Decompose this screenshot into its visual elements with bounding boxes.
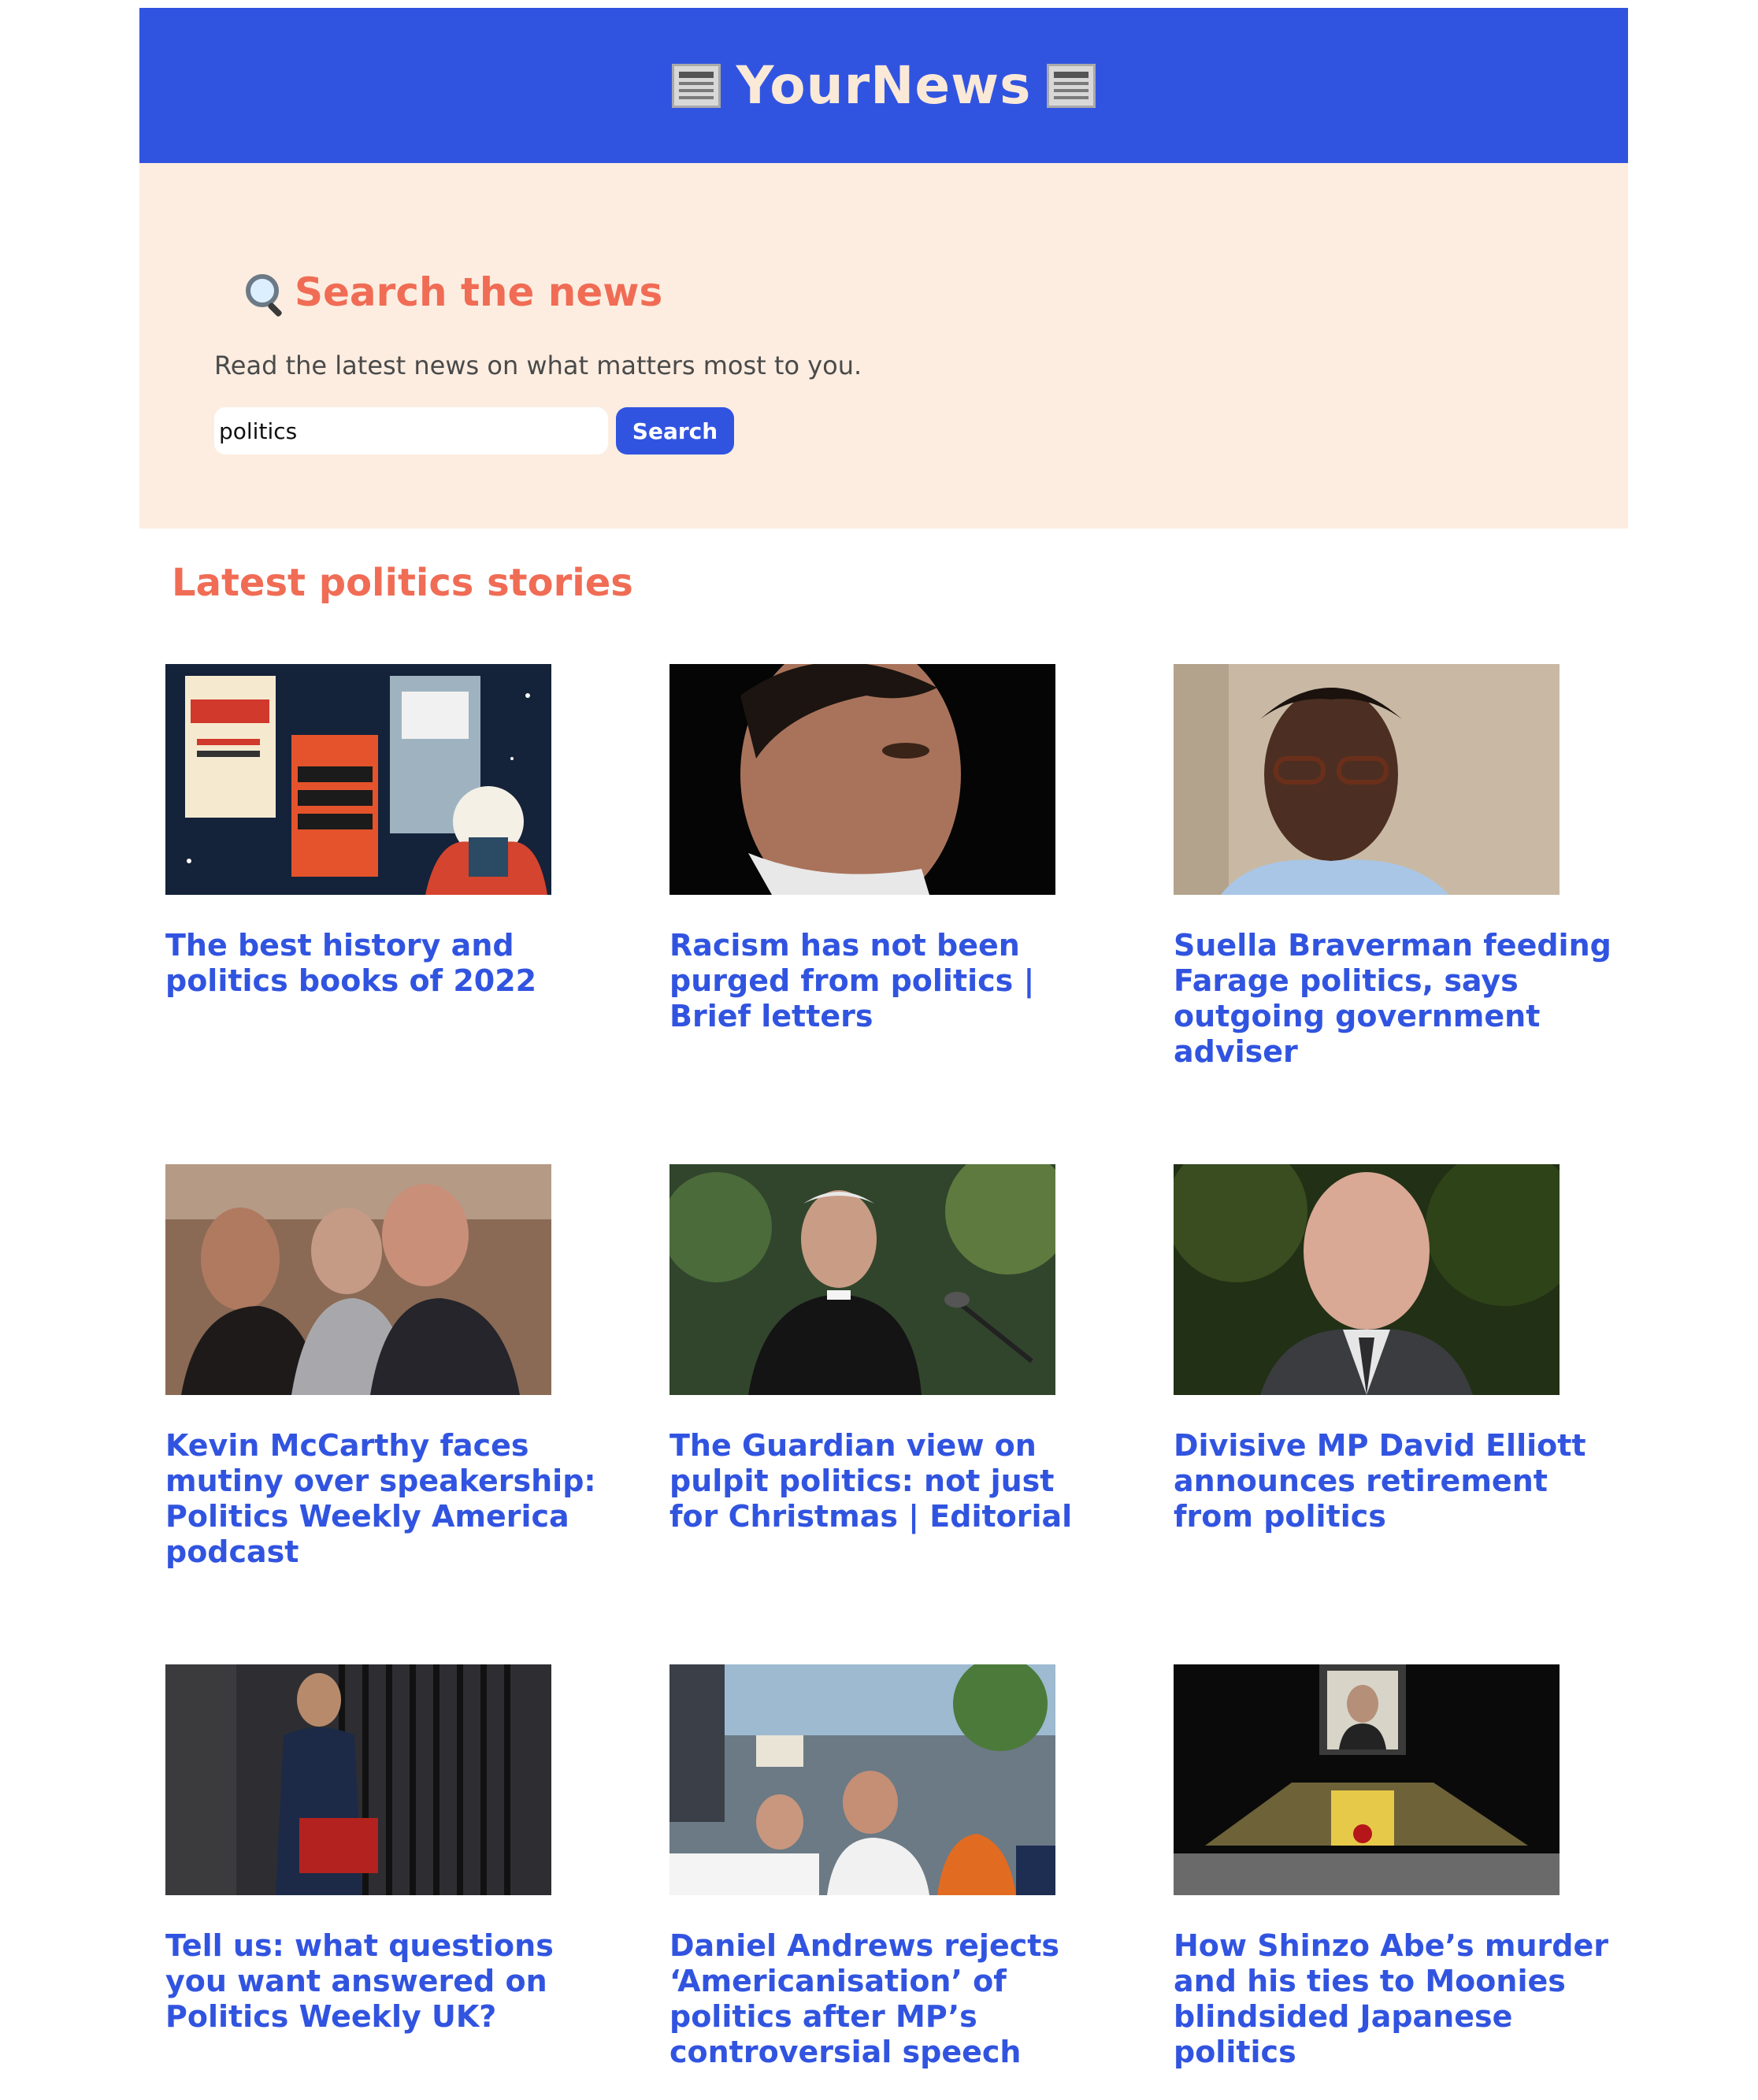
article-card: The Guardian view on pulpit politics: no…	[669, 1164, 1111, 1534]
article-image-portrait-man[interactable]	[669, 664, 1055, 895]
article-headline[interactable]: The best history and politics books of 2…	[165, 928, 606, 999]
article-card: Racism has not been purged from politics…	[669, 664, 1111, 1034]
search-button[interactable]: Search	[616, 407, 734, 455]
article-card: Tell us: what questions you want answere…	[165, 1664, 606, 2035]
magnifying-glass-icon	[244, 273, 284, 317]
newspaper-icon	[671, 63, 721, 108]
article-image-bald-man[interactable]	[1174, 1164, 1560, 1395]
article-image-book-covers[interactable]	[165, 664, 551, 895]
article-headline[interactable]: Kevin McCarthy faces mutiny over speaker…	[165, 1428, 606, 1570]
article-image-man-with-red-box[interactable]	[165, 1664, 551, 1895]
article-image-memorial-ceremony[interactable]	[1174, 1664, 1560, 1895]
search-heading: Search the news	[244, 269, 663, 317]
article-image-clergyman[interactable]	[669, 1164, 1055, 1395]
article-headline[interactable]: Daniel Andrews rejects ‘Americanisation’…	[669, 1928, 1111, 2070]
article-headline[interactable]: Suella Braverman feeding Farage politics…	[1174, 928, 1615, 1070]
article-headline[interactable]: The Guardian view on pulpit politics: no…	[669, 1428, 1111, 1534]
article-card: Divisive MP David Elliott announces reti…	[1174, 1164, 1615, 1534]
article-headline[interactable]: Tell us: what questions you want answere…	[165, 1928, 606, 2035]
newspaper-icon	[1047, 63, 1096, 108]
article-headline[interactable]: Divisive MP David Elliott announces reti…	[1174, 1428, 1615, 1534]
search-subtitle: Read the latest news on what matters mos…	[214, 351, 862, 380]
site-brand[interactable]: YourNews	[736, 55, 1032, 116]
article-image-portrait-woman[interactable]	[1174, 664, 1560, 895]
article-image-men-in-chamber[interactable]	[165, 1164, 551, 1395]
article-card: Suella Braverman feeding Farage politics…	[1174, 664, 1615, 1070]
article-card: The best history and politics books of 2…	[165, 664, 606, 999]
article-headline[interactable]: Racism has not been purged from politics…	[669, 928, 1111, 1034]
section-title: Latest politics stories	[172, 561, 633, 605]
article-card: How Shinzo Abe’s murder and his ties to …	[1174, 1664, 1615, 2070]
article-image-protest-crowd[interactable]	[669, 1664, 1055, 1895]
article-headline[interactable]: How Shinzo Abe’s murder and his ties to …	[1174, 1928, 1615, 2070]
search-title: Search the news	[295, 269, 663, 315]
search-hero: Search the news Read the latest news on …	[139, 163, 1628, 529]
page: YourNews Search the news Read the latest…	[0, 0, 1758, 2100]
search-input[interactable]	[214, 407, 608, 455]
article-card: Kevin McCarthy faces mutiny over speaker…	[165, 1164, 606, 1570]
site-header: YourNews	[139, 8, 1628, 163]
article-card: Daniel Andrews rejects ‘Americanisation’…	[669, 1664, 1111, 2070]
